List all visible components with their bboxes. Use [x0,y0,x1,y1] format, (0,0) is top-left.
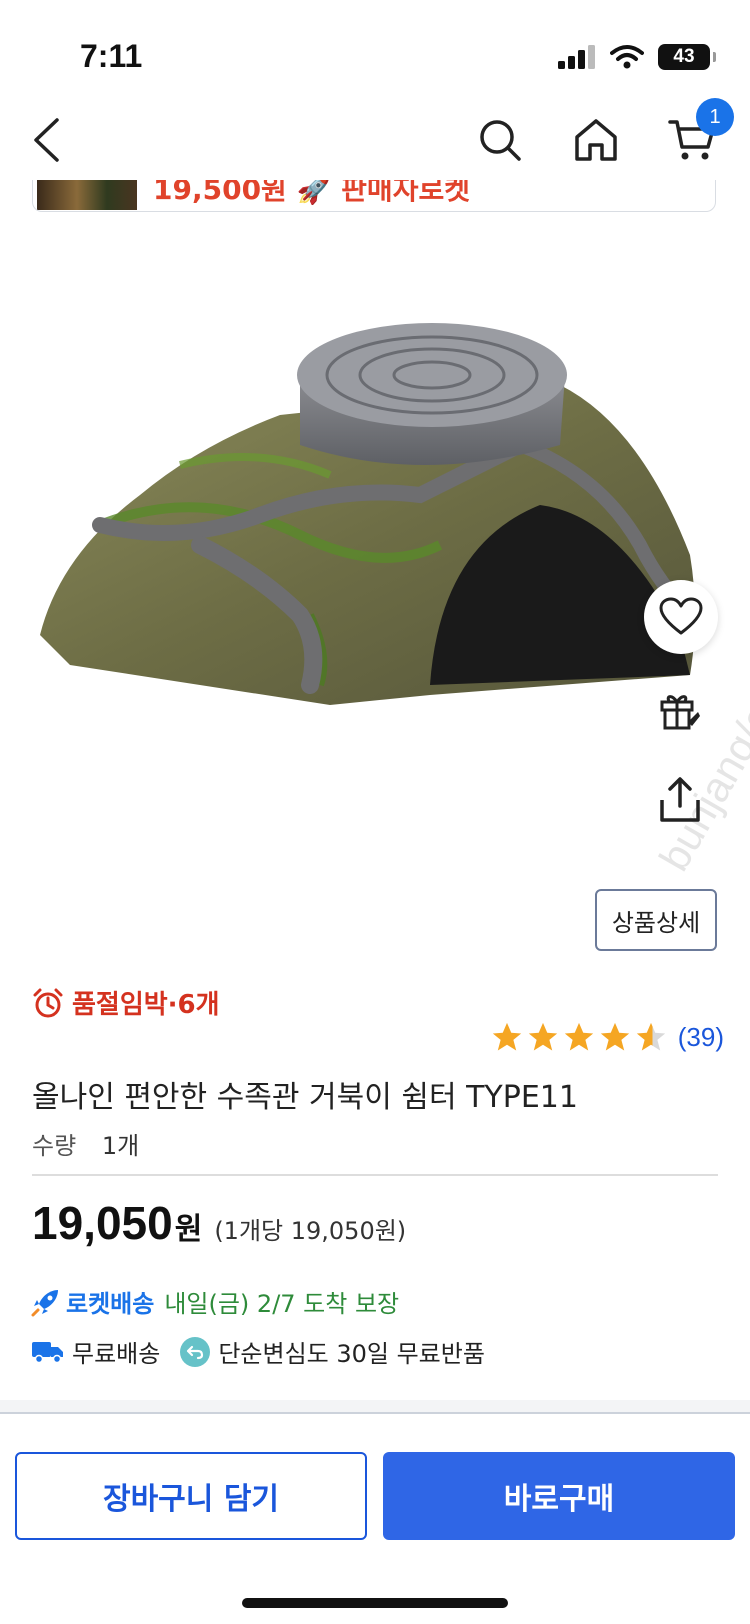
star-icon [492,1022,521,1051]
cart-count-badge: 1 [696,98,734,136]
truck-icon [32,1341,63,1363]
search-button[interactable] [470,110,530,170]
promo-text: 19,500원 🚀 판매자로켓 [153,180,470,206]
stock-warning: 품절임박·6개 [32,984,220,1021]
rocket-delivery-label: 로켓배송 [66,1290,155,1318]
product-image[interactable]: bunjang/onara [0,215,750,879]
search-icon [480,120,521,161]
free-shipping-text: 무료배송 [72,1340,161,1368]
star-icon [528,1022,557,1051]
bar-border [0,1412,750,1414]
wishlist-button[interactable] [644,580,718,654]
return-icon [180,1336,211,1367]
free-returns-text: 단순변심도 30일 무료반품 [218,1340,485,1368]
quantity-line: 수량 1개 [32,1126,139,1161]
alarm-clock-icon [33,988,63,1017]
nav-bar: 1 [0,98,750,180]
product-title: 올나인 편안한 수족관 거북이 쉼터 TYPE11 [32,1080,578,1115]
home-indicator[interactable] [242,1598,508,1608]
price: 19,050 원 (1개당 19,050원) [32,1196,406,1250]
stock-text: 품절임박·6개 [72,990,220,1020]
chevron-left-icon [34,118,59,162]
half-star-icon [636,1022,665,1051]
buy-now-button[interactable]: 바로구매 [383,1452,735,1540]
bar-separator [0,1400,750,1412]
share-icon [660,777,700,822]
bottom-action-bar: 장바구니 담기 바로구매 [0,1400,750,1624]
add-to-cart-button[interactable]: 장바구니 담기 [15,1452,367,1540]
rocket-delivery: 로켓배송 내일(금) 2/7 도착 보장 [30,1284,399,1319]
star-icon [600,1022,629,1051]
divider [32,1174,718,1176]
back-button[interactable] [16,110,76,170]
promo-banner[interactable]: 19,500원 🚀 판매자로켓 [32,180,716,212]
star-icon [564,1022,593,1051]
signal-icon [558,45,595,69]
rating[interactable]: (39) [490,1020,724,1054]
price-value: 19,050 [32,1197,173,1249]
delivery-eta: 내일(금) 2/7 도착 보장 [164,1290,400,1318]
quantity-label: 수량 [32,1132,77,1160]
rocket-icon [31,1289,58,1316]
cart-button[interactable]: 1 [662,98,734,170]
promo-thumbnail [37,180,137,210]
status-bar: 7:11 43 [0,0,750,100]
price-currency: 원 [174,1212,203,1247]
quantity-value: 1개 [101,1132,140,1160]
status-time: 7:11 [80,38,143,74]
unit-price: (1개당 19,050원) [214,1217,407,1245]
turtle-shelter-image [40,323,697,705]
heart-icon [659,597,703,635]
home-button[interactable] [566,110,626,170]
share-button[interactable] [650,770,710,830]
product-detail-button[interactable]: 상품상세 [595,889,717,951]
battery-indicator: 43 [658,44,716,70]
home-icon [575,119,617,161]
gift-button[interactable] [650,680,710,740]
shipping-returns: 무료배송 단순변심도 30일 무료반품 [32,1334,485,1369]
wifi-icon [610,45,644,69]
gift-rocket-icon [660,695,700,730]
status-icons: 43 [558,44,716,70]
review-count[interactable]: (39) [678,1022,724,1053]
